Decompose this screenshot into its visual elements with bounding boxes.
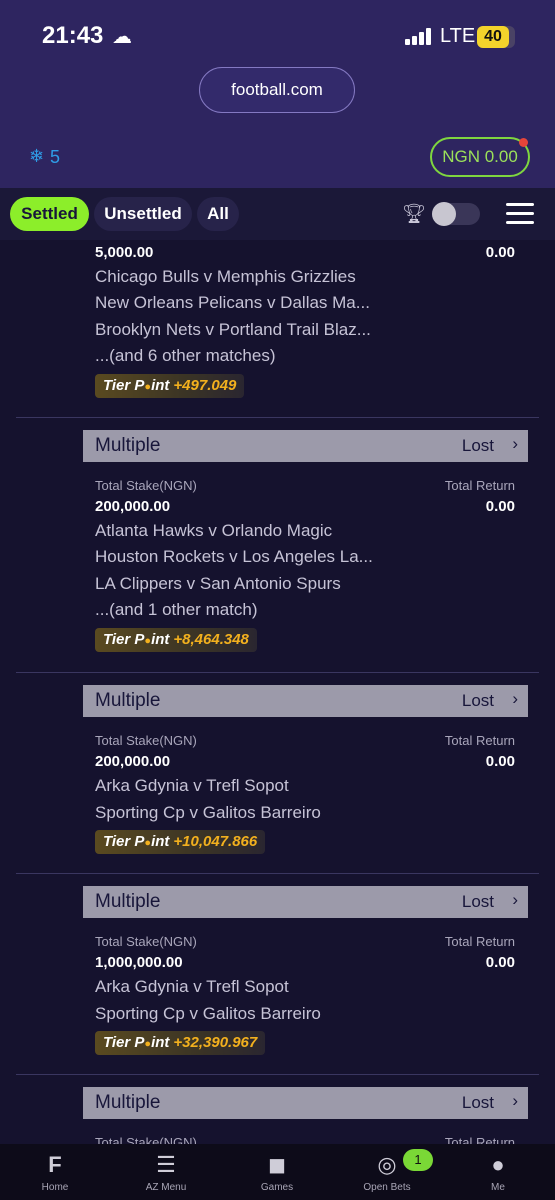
total-stake-value: 1,000,000.00 xyxy=(95,954,183,971)
nav-label: Home xyxy=(41,1182,69,1193)
total-return-label: Total Return xyxy=(444,733,515,748)
menu-icon: ☰ xyxy=(156,1152,176,1177)
tier-point-value: +8,464.348 xyxy=(173,631,249,648)
open-bets-badge: 1 xyxy=(403,1149,433,1171)
total-return-value: 0.00 xyxy=(485,954,515,971)
nav-label: Games xyxy=(260,1182,294,1193)
total-stake-value: 200,000.00 xyxy=(95,753,171,770)
signal-icon xyxy=(405,28,433,45)
match-line: Sporting Cp v Galitos Barreiro xyxy=(95,1004,321,1023)
bet-card-header[interactable]: Multiple Lost › xyxy=(83,886,528,918)
status-bar: 21:43 ☁ LTE 40 xyxy=(0,0,555,66)
bet-card-header[interactable]: Multiple Lost › xyxy=(83,685,528,717)
tier-point-value: +10,047.866 xyxy=(173,833,258,850)
total-return-value: 0.00 xyxy=(485,753,515,770)
nav-me[interactable]: ● Me xyxy=(453,1152,543,1193)
match-line: Brooklyn Nets v Portland Trail Blaz... xyxy=(95,320,371,339)
nav-label: Open Bets xyxy=(363,1182,411,1193)
chevron-right-icon: › xyxy=(512,689,518,708)
cloud-icon: ☁ xyxy=(112,26,132,48)
match-line: ...(and 6 other matches) xyxy=(95,346,276,365)
bet-card-header[interactable]: Multiple Lost › xyxy=(83,1087,528,1119)
divider xyxy=(16,1074,539,1075)
match-line: Atlanta Hawks v Orlando Magic xyxy=(95,521,333,540)
match-line: LA Clippers v San Antonio Spurs xyxy=(95,574,341,593)
nav-games[interactable]: ◼︎ Games xyxy=(232,1152,322,1193)
total-return-label: Total Return xyxy=(444,1135,515,1144)
bet-card[interactable]: Multiple Lost › Total Stake(NGN) Total R… xyxy=(16,1074,539,1144)
tier-point-badge: Tier P●int +8,464.348 xyxy=(95,628,257,652)
tier-point-badge: Tier P●int +497.049 xyxy=(95,374,245,398)
bet-card[interactable]: Multiple Lost › Total Stake(NGN) Total R… xyxy=(16,417,539,672)
bet-card-header[interactable]: Multiple Lost › xyxy=(83,430,528,462)
divider xyxy=(16,417,539,418)
tab-all[interactable]: All xyxy=(197,197,239,231)
tier-point-badge: Tier P●int +32,390.967 xyxy=(95,1031,266,1055)
match-line: Sporting Cp v Galitos Barreiro xyxy=(95,803,321,822)
match-line: Chicago Bulls v Memphis Grizzlies xyxy=(95,267,356,286)
bet-card[interactable]: Multiple Lost › Total Stake(NGN) Total R… xyxy=(16,672,539,872)
bottom-nav: F Home ☰ AZ Menu ◼︎ Games ◎ Open Bets 1 … xyxy=(0,1144,555,1200)
bet-type: Multiple xyxy=(95,1092,161,1113)
bet-type: Multiple xyxy=(95,690,161,711)
tab-unsettled[interactable]: Unsettled xyxy=(94,197,192,231)
total-return-label: Total Return xyxy=(444,478,515,493)
total-return-value: 0.00 xyxy=(485,244,515,261)
trophy-toggle[interactable] xyxy=(432,202,480,226)
notification-dot xyxy=(519,138,528,147)
balance-button[interactable]: NGN 0.00 xyxy=(430,137,530,177)
snowflake-count[interactable]: 5 xyxy=(50,147,60,168)
trophy-icon[interactable]: 🏆︎ xyxy=(402,202,426,226)
nav-home[interactable]: F Home xyxy=(10,1152,100,1193)
match-line: Houston Rockets v Los Angeles La... xyxy=(95,547,373,566)
total-stake-label: Total Stake(NGN) xyxy=(95,1135,197,1144)
total-stake-value: 200,000.00 xyxy=(95,498,171,515)
bet-status: Lost xyxy=(461,691,494,710)
tab-settled[interactable]: Settled xyxy=(10,197,89,231)
divider xyxy=(16,873,539,874)
gamepad-icon: ◼︎ xyxy=(267,1152,287,1177)
bet-card[interactable]: 5,000.00 0.00 Chicago Bulls v Memphis Gr… xyxy=(16,240,539,417)
battery-icon: 40 xyxy=(477,26,515,48)
bet-status: Lost xyxy=(461,1093,494,1112)
hamburger-menu-icon[interactable] xyxy=(506,203,534,225)
chevron-right-icon: › xyxy=(512,1091,518,1110)
bet-history-list: 5,000.00 0.00 Chicago Bulls v Memphis Gr… xyxy=(0,240,555,1144)
app-header: football.com ❄ 5 NGN 0.00 xyxy=(0,66,555,188)
football-logo-icon: F xyxy=(48,1152,62,1177)
battery-level: 40 xyxy=(484,28,502,45)
bet-status: Lost xyxy=(461,892,494,911)
bet-status: Lost xyxy=(461,436,494,455)
match-line: New Orleans Pelicans v Dallas Ma... xyxy=(95,293,370,312)
url-bar[interactable]: football.com xyxy=(199,67,355,113)
chevron-right-icon: › xyxy=(512,434,518,453)
snowflake-icon[interactable]: ❄ xyxy=(29,146,44,167)
tier-point-badge: Tier P●int +10,047.866 xyxy=(95,830,266,854)
filter-bar: Settled Unsettled All 🏆︎ xyxy=(0,188,555,240)
bet-card[interactable]: Multiple Lost › Total Stake(NGN) Total R… xyxy=(16,873,539,1073)
total-return-value: 0.00 xyxy=(485,498,515,515)
user-icon: ● xyxy=(491,1152,505,1177)
tier-point-value: +32,390.967 xyxy=(173,1034,258,1051)
total-stake-value: 5,000.00 xyxy=(95,244,154,261)
nav-az-menu[interactable]: ☰ AZ Menu xyxy=(121,1152,211,1193)
total-stake-label: Total Stake(NGN) xyxy=(95,478,197,493)
chevron-right-icon: › xyxy=(512,890,518,909)
nav-label: AZ Menu xyxy=(145,1182,187,1193)
bet-type: Multiple xyxy=(95,891,161,912)
total-stake-label: Total Stake(NGN) xyxy=(95,733,197,748)
match-line: Arka Gdynia v Trefl Sopot xyxy=(95,776,289,795)
bet-type: Multiple xyxy=(95,435,161,456)
match-line: Arka Gdynia v Trefl Sopot xyxy=(95,977,289,996)
clock: 21:43 xyxy=(42,22,104,49)
match-line: ...(and 1 other match) xyxy=(95,600,258,619)
divider xyxy=(16,672,539,673)
network-type: LTE xyxy=(440,25,476,47)
total-return-label: Total Return xyxy=(444,934,515,949)
tier-point-value: +497.049 xyxy=(173,377,237,394)
nav-label: Me xyxy=(491,1182,505,1193)
total-stake-label: Total Stake(NGN) xyxy=(95,934,197,949)
